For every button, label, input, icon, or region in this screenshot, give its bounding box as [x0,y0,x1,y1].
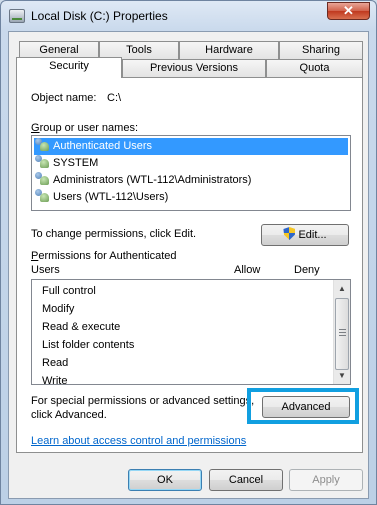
users-icon [34,138,50,152]
ok-button[interactable]: OK [128,469,202,491]
scroll-down-icon[interactable]: ▼ [334,367,350,384]
scroll-up-icon[interactable]: ▲ [334,280,350,297]
cancel-button[interactable]: Cancel [209,469,283,491]
allow-column-header: Allow [234,264,261,276]
users-icon [34,172,50,186]
apply-button[interactable]: Apply [289,469,363,491]
tab-hardware[interactable]: Hardware [179,41,279,60]
object-name-label: Object name: [31,92,97,104]
drive-icon [9,9,25,23]
tab-sharing[interactable]: Sharing [279,41,363,60]
learn-more-link[interactable]: Learn about access control and permissio… [31,435,246,447]
special-permissions-hint-line1: For special permissions or advanced sett… [31,395,255,407]
group-item-system[interactable]: SYSTEM [34,155,98,172]
properties-window: Local Disk (C:) Properties ✕ General Too… [0,0,377,505]
group-item-users[interactable]: Users (WTL-112\Users) [34,189,168,206]
close-button[interactable]: ✕ [327,2,370,20]
grip-icon [339,329,346,336]
scroll-thumb[interactable] [335,298,349,370]
tab-previous-versions[interactable]: Previous Versions [122,59,266,78]
users-icon [34,189,50,203]
permission-row-list-folder-contents: List folder contents [42,339,135,351]
group-item-authenticated-users[interactable]: Authenticated Users [34,138,348,155]
users-icon [34,155,50,169]
permissions-listbox[interactable]: Full control Modify Read & execute List … [31,279,351,385]
group-listbox[interactable]: Authenticated Users SYSTEM Administrator… [31,135,351,211]
permissions-scrollbar[interactable]: ▲ ▼ [333,280,350,384]
title-bar[interactable]: Local Disk (C:) Properties ✕ [1,1,376,31]
group-list-label: Group or user names: [31,122,138,134]
permission-row-read-execute: Read & execute [42,321,121,333]
permission-row-modify: Modify [42,303,75,315]
object-name-value: C:\ [107,92,122,104]
tab-security[interactable]: Security [16,57,122,78]
edit-button[interactable]: Edit... [261,224,349,246]
permission-row-write: Write [42,375,68,385]
close-icon: ✕ [343,3,354,18]
uac-shield-icon [283,227,296,240]
group-item-administrators[interactable]: Administrators (WTL-112\Administrators) [34,172,251,189]
permissions-label-line1: Permissions for Authenticated [31,250,177,262]
deny-column-header: Deny [294,264,320,276]
tab-quota[interactable]: Quota [266,59,363,78]
change-permissions-hint: To change permissions, click Edit. [31,228,197,240]
permission-row-read: Read [42,357,69,369]
permissions-label-line2: Users [31,264,60,276]
special-permissions-hint-line2: click Advanced. [31,409,107,421]
dialog-client: General Tools Hardware Sharing Security … [8,31,369,499]
window-title: Local Disk (C:) Properties [31,9,168,23]
permission-row-full-control: Full control [42,285,96,297]
advanced-highlight-box [247,388,359,424]
